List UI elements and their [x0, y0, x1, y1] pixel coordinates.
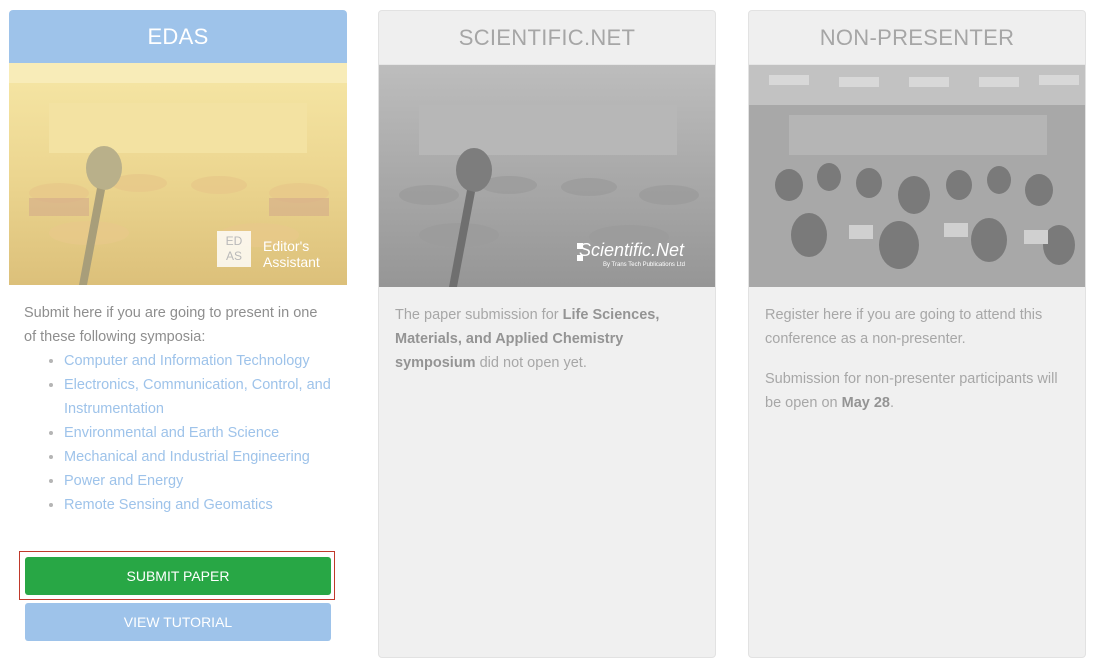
scientific-card: SCIENTIFIC.NET Scientific.Net By Trans T…	[378, 10, 716, 658]
nonpresenter-para1: Register here if you are going to attend…	[765, 307, 1043, 347]
nonpresenter-conference-image	[749, 65, 1085, 287]
scientific-logo-sub: By Trans Tech Publications Ltd	[603, 262, 685, 268]
submit-highlight: SUBMIT PAPER	[19, 551, 335, 600]
scientific-body: The paper submission for Life Sciences, …	[379, 287, 715, 375]
edas-logo-line2: Assistant	[263, 254, 320, 270]
nonpresenter-para2-a: Submission for non-presenter participant…	[765, 371, 1058, 411]
nonpresenter-body: Register here if you are going to attend…	[749, 287, 1085, 415]
audience-photo	[749, 65, 1085, 287]
symposium-item[interactable]: Electronics, Communication, Control, and…	[64, 373, 331, 421]
edas-card: EDAS ED AS Editor's Assistant Submit her…	[9, 10, 347, 658]
scientific-text-b: did not open yet.	[475, 355, 587, 371]
symposium-item[interactable]: Environmental and Earth Science	[64, 421, 331, 445]
nonpresenter-open-date: May 28	[841, 395, 890, 411]
edas-conference-image: ED AS Editor's Assistant	[9, 63, 347, 285]
nonpresenter-para2-b: .	[889, 395, 895, 411]
edas-logo-mark: ED AS	[217, 231, 251, 267]
edas-logo-text: Editor's Assistant	[263, 238, 320, 270]
scientific-text-a: The paper submission for	[395, 307, 563, 323]
submit-paper-button[interactable]: SUBMIT PAPER	[25, 557, 331, 595]
symposia-list: Computer and Information Technology Elec…	[24, 349, 331, 517]
scientific-text: The paper submission for Life Sciences, …	[395, 303, 699, 375]
symposium-item[interactable]: Remote Sensing and Geomatics	[64, 493, 331, 517]
symposium-item[interactable]: Mechanical and Industrial Engineering	[64, 445, 331, 469]
nonpresenter-para2: Submission for non-presenter participant…	[765, 367, 1069, 415]
symposium-item[interactable]: Computer and Information Technology	[64, 349, 331, 373]
symposium-item[interactable]: Power and Energy	[64, 469, 331, 493]
view-tutorial-button[interactable]: VIEW TUTORIAL	[25, 603, 331, 641]
edas-title: EDAS	[9, 10, 347, 63]
nonpresenter-card: NON-PRESENTER Register here if you are g…	[748, 10, 1086, 658]
scientific-title: SCIENTIFIC.NET	[379, 11, 715, 65]
edas-logo-line1: Editor's	[263, 238, 310, 254]
edas-body: Submit here if you are going to present …	[9, 285, 347, 517]
scientific-conference-image: Scientific.Net By Trans Tech Publication…	[379, 65, 715, 287]
nonpresenter-title: NON-PRESENTER	[749, 11, 1085, 65]
scientific-logo: Scientific.Net	[579, 240, 685, 260]
edas-intro: Submit here if you are going to present …	[24, 305, 318, 345]
